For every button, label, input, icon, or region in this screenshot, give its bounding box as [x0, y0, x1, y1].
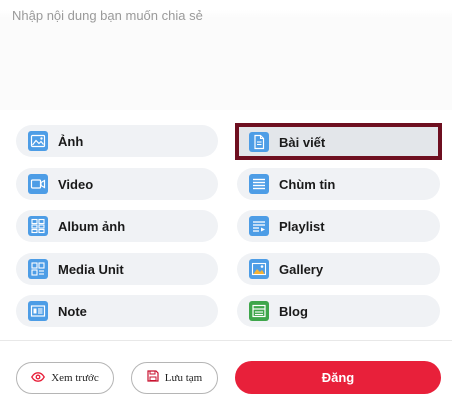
type-article-label: Bài viết: [279, 134, 326, 150]
type-image-label: Ảnh: [58, 133, 84, 149]
eye-icon: [31, 369, 46, 387]
preview-button[interactable]: Xem trước: [16, 362, 114, 394]
save-draft-button[interactable]: Lưu tạm: [131, 362, 218, 394]
news-cluster-icon: [249, 174, 269, 194]
action-bar: Xem trước Lưu tạm Đăng: [0, 340, 452, 410]
type-note-button[interactable]: Note: [16, 295, 218, 327]
type-blog-button[interactable]: Blog: [237, 295, 440, 327]
type-album-button[interactable]: Album ảnh: [16, 210, 218, 242]
type-gallery-label: Gallery: [279, 261, 324, 277]
type-news-cluster-button[interactable]: Chùm tin: [237, 168, 440, 200]
composer-area: [0, 0, 452, 110]
type-album-label: Album ảnh: [58, 218, 126, 234]
album-icon: [28, 216, 48, 236]
document-icon: [249, 132, 269, 152]
type-media-unit-label: Media Unit: [58, 261, 124, 277]
gallery-icon: [249, 259, 269, 279]
composer-input[interactable]: [12, 0, 442, 100]
type-playlist-button[interactable]: Playlist: [237, 210, 440, 242]
type-gallery-button[interactable]: Gallery: [237, 253, 440, 285]
type-article-button[interactable]: Bài viết: [237, 126, 440, 158]
video-camera-icon: [28, 174, 48, 194]
type-image-button[interactable]: Ảnh: [16, 125, 218, 157]
image-icon: [28, 131, 48, 151]
save-draft-label: Lưu tạm: [164, 372, 203, 384]
type-playlist-label: Playlist: [279, 218, 325, 234]
post-button[interactable]: Đăng: [235, 361, 441, 394]
preview-label: Xem trước: [51, 372, 99, 384]
type-media-unit-button[interactable]: Media Unit: [16, 253, 218, 285]
playlist-icon: [249, 216, 269, 236]
media-unit-icon: [28, 259, 48, 279]
type-blog-label: Blog: [279, 303, 308, 319]
post-type-grid: Ảnh Video Album ảnh Media Unit Note Bài …: [0, 110, 452, 340]
type-video-button[interactable]: Video: [16, 168, 218, 200]
save-icon: [147, 369, 159, 387]
type-note-label: Note: [58, 303, 87, 319]
type-news-cluster-label: Chùm tin: [279, 176, 336, 192]
post-label: Đăng: [321, 370, 355, 385]
blog-icon: [249, 301, 269, 321]
type-video-label: Video: [58, 176, 94, 192]
note-icon: [28, 301, 48, 321]
